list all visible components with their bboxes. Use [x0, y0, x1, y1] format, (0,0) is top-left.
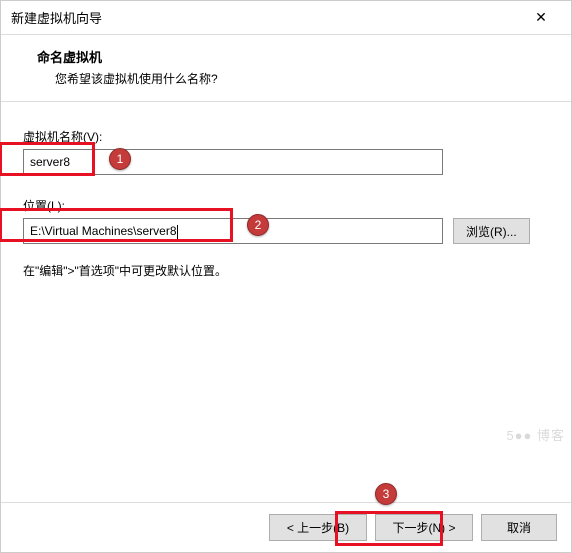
- vm-name-label: 虚拟机名称(V):: [23, 128, 549, 145]
- titlebar: 新建虚拟机向导 ✕: [1, 1, 571, 35]
- cancel-button[interactable]: 取消: [481, 514, 557, 541]
- next-button[interactable]: 下一步(N) >: [375, 514, 473, 541]
- vm-name-field: 虚拟机名称(V):: [23, 128, 549, 175]
- watermark-text: 5●● 博客: [506, 425, 565, 444]
- wizard-body: 虚拟机名称(V): 位置(L): E:\Virtual Machines\ser…: [1, 102, 571, 502]
- vm-location-value: E:\Virtual Machines\server8: [30, 224, 177, 238]
- wizard-footer: < 上一步(B) 下一步(N) > 取消 3: [1, 502, 571, 552]
- window-title: 新建虚拟机向导: [11, 8, 521, 27]
- vm-location-label: 位置(L):: [23, 197, 549, 214]
- back-button[interactable]: < 上一步(B): [269, 514, 367, 541]
- location-hint: 在"编辑">"首选项"中可更改默认位置。: [23, 262, 549, 279]
- vm-location-input[interactable]: E:\Virtual Machines\server8: [23, 218, 443, 244]
- browse-button[interactable]: 浏览(R)...: [453, 218, 530, 244]
- text-caret-icon: [177, 225, 178, 239]
- wizard-window: 新建虚拟机向导 ✕ 命名虚拟机 您希望该虚拟机使用什么名称? 虚拟机名称(V):…: [0, 0, 572, 553]
- vm-location-field: 位置(L): E:\Virtual Machines\server8 浏览(R)…: [23, 197, 549, 244]
- wizard-header: 命名虚拟机 您希望该虚拟机使用什么名称?: [1, 35, 571, 102]
- vm-name-input[interactable]: [23, 149, 443, 175]
- page-title: 命名虚拟机: [37, 47, 553, 66]
- close-icon[interactable]: ✕: [521, 3, 561, 33]
- page-subtitle: 您希望该虚拟机使用什么名称?: [37, 70, 553, 87]
